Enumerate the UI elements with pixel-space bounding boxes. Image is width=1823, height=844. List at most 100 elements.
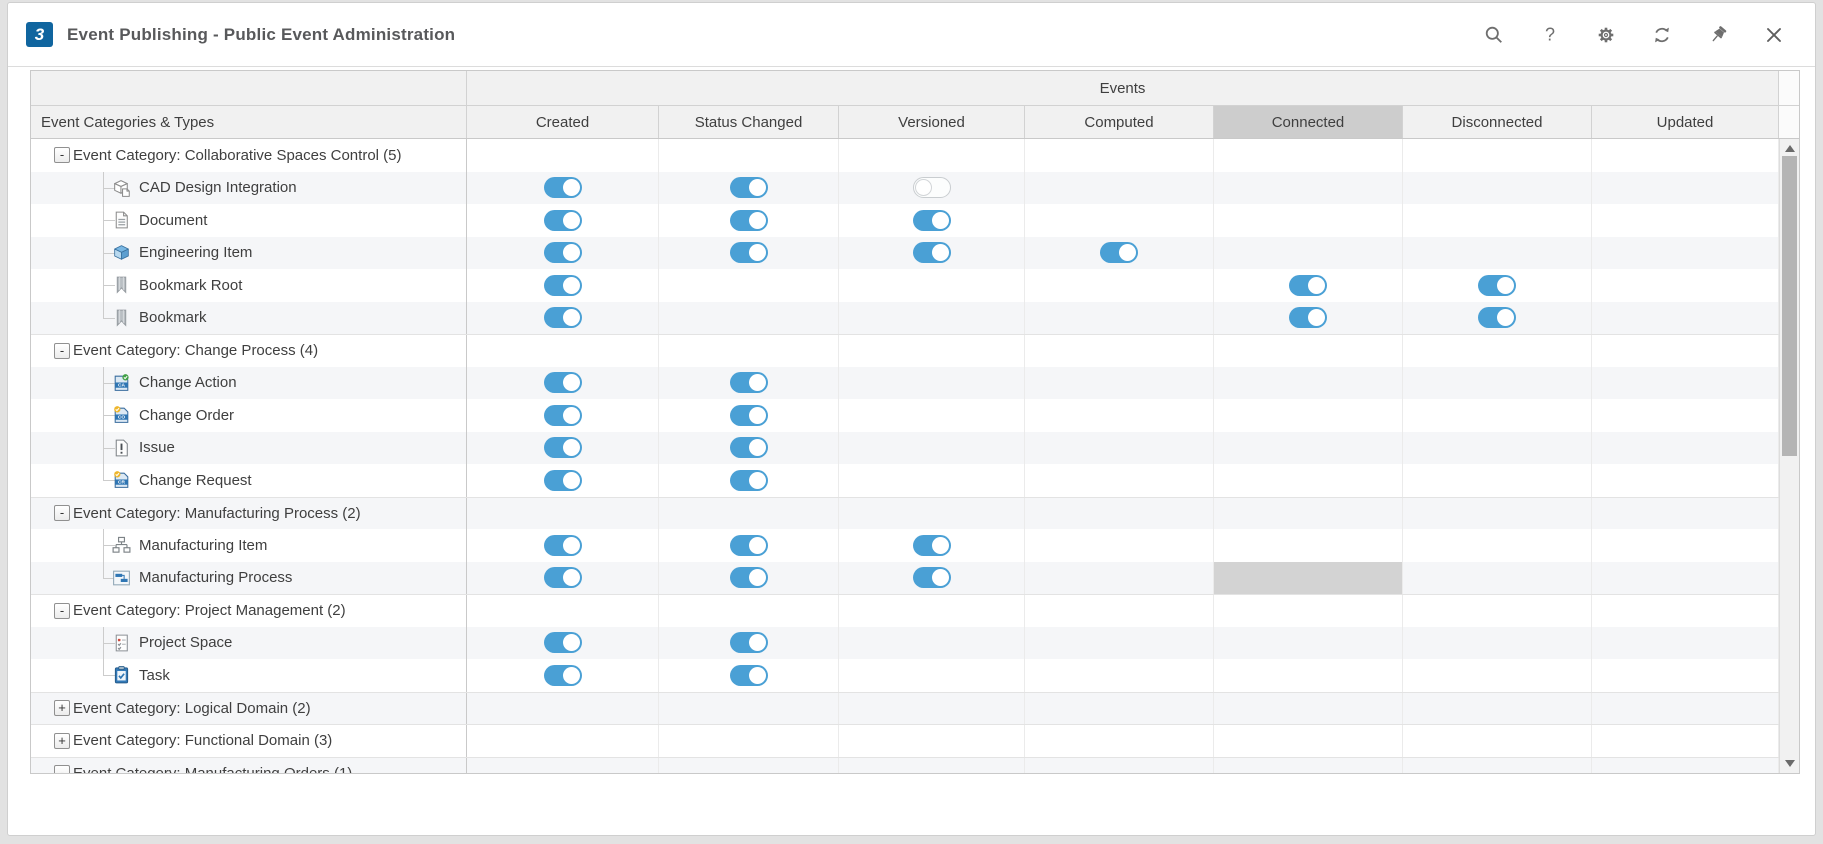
event-cell-connected[interactable] [1214, 172, 1403, 205]
event-cell-created[interactable] [467, 269, 659, 302]
event-cell-connected[interactable] [1214, 335, 1403, 367]
event-cell-versioned[interactable] [839, 725, 1025, 757]
event-cell-status_changed[interactable] [659, 204, 839, 237]
event-cell-versioned[interactable] [839, 595, 1025, 627]
event-cell-updated[interactable] [1592, 562, 1779, 595]
event-cell-connected[interactable] [1214, 725, 1403, 757]
type-tree-cell[interactable]: Manufacturing Item [31, 529, 467, 562]
column-header-updated[interactable]: Updated [1592, 106, 1779, 138]
event-toggle-disconnected-on[interactable] [1478, 275, 1516, 296]
event-cell-status_changed[interactable] [659, 659, 839, 692]
type-tree-cell[interactable]: CAD Design Integration [31, 172, 467, 205]
event-cell-disconnected[interactable] [1403, 529, 1592, 562]
event-cell-created[interactable] [467, 172, 659, 205]
event-cell-status_changed[interactable] [659, 758, 839, 774]
event-cell-created[interactable] [467, 529, 659, 562]
event-toggle-created-on[interactable] [544, 242, 582, 263]
event-cell-created[interactable] [467, 725, 659, 757]
category-row[interactable]: -Event Category: Manufacturing Orders (1… [31, 757, 1779, 774]
event-cell-versioned[interactable] [839, 237, 1025, 270]
event-toggle-status_changed-on[interactable] [730, 665, 768, 686]
event-cell-connected[interactable] [1214, 237, 1403, 270]
event-cell-computed[interactable] [1025, 399, 1214, 432]
event-cell-updated[interactable] [1592, 725, 1779, 757]
event-toggle-status_changed-on[interactable] [730, 437, 768, 458]
event-toggle-created-on[interactable] [544, 210, 582, 231]
event-cell-connected[interactable] [1214, 693, 1403, 725]
search-icon[interactable] [1483, 24, 1505, 46]
scrollbar-up-arrow-icon[interactable] [1785, 145, 1795, 152]
event-cell-disconnected[interactable] [1403, 464, 1592, 497]
event-cell-computed[interactable] [1025, 432, 1214, 465]
event-cell-created[interactable] [467, 659, 659, 692]
event-cell-disconnected[interactable] [1403, 269, 1592, 302]
event-cell-versioned[interactable] [839, 464, 1025, 497]
type-row[interactable]: CRChange Request [31, 464, 1779, 497]
category-tree-cell[interactable]: -Event Category: Manufacturing Orders (1… [31, 758, 467, 774]
type-row[interactable]: Document [31, 204, 1779, 237]
event-cell-disconnected[interactable] [1403, 562, 1592, 595]
category-row[interactable]: -Event Category: Collaborative Spaces Co… [31, 139, 1779, 172]
event-cell-connected[interactable] [1214, 659, 1403, 692]
event-cell-created[interactable] [467, 335, 659, 367]
event-cell-created[interactable] [467, 204, 659, 237]
event-cell-created[interactable] [467, 399, 659, 432]
event-cell-created[interactable] [467, 562, 659, 595]
event-toggle-versioned-on[interactable] [913, 567, 951, 588]
close-icon[interactable] [1763, 24, 1785, 46]
event-cell-connected[interactable] [1214, 464, 1403, 497]
event-cell-created[interactable] [467, 237, 659, 270]
event-cell-computed[interactable] [1025, 172, 1214, 205]
event-cell-connected[interactable] [1214, 139, 1403, 172]
category-row[interactable]: -Event Category: Change Process (4) [31, 334, 1779, 367]
event-cell-updated[interactable] [1592, 659, 1779, 692]
type-row[interactable]: Task [31, 659, 1779, 692]
event-cell-computed[interactable] [1025, 758, 1214, 774]
event-cell-computed[interactable] [1025, 498, 1214, 530]
type-tree-cell[interactable]: Bookmark Root [31, 269, 467, 302]
event-cell-status_changed[interactable] [659, 464, 839, 497]
event-toggle-status_changed-on[interactable] [730, 210, 768, 231]
event-toggle-status_changed-on[interactable] [730, 405, 768, 426]
event-cell-computed[interactable] [1025, 595, 1214, 627]
event-cell-updated[interactable] [1592, 432, 1779, 465]
type-row[interactable]: CAD Design Integration [31, 172, 1779, 205]
event-cell-versioned[interactable] [839, 659, 1025, 692]
event-toggle-created-on[interactable] [544, 307, 582, 328]
event-toggle-status_changed-on[interactable] [730, 242, 768, 263]
event-toggle-status_changed-on[interactable] [730, 535, 768, 556]
event-cell-updated[interactable] [1592, 237, 1779, 270]
event-cell-versioned[interactable] [839, 399, 1025, 432]
event-cell-status_changed[interactable] [659, 237, 839, 270]
event-cell-versioned[interactable] [839, 693, 1025, 725]
scrollbar-thumb[interactable] [1782, 156, 1797, 456]
event-cell-disconnected[interactable] [1403, 172, 1592, 205]
event-cell-updated[interactable] [1592, 498, 1779, 530]
event-cell-versioned[interactable] [839, 269, 1025, 302]
event-cell-versioned[interactable] [839, 335, 1025, 367]
expand-button[interactable]: + [54, 733, 70, 749]
category-tree-cell[interactable]: -Event Category: Change Process (4) [31, 335, 467, 367]
type-row[interactable]: Bookmark Root [31, 269, 1779, 302]
event-cell-updated[interactable] [1592, 335, 1779, 367]
event-cell-status_changed[interactable] [659, 725, 839, 757]
event-cell-status_changed[interactable] [659, 595, 839, 627]
type-row[interactable]: Manufacturing Process [31, 562, 1779, 595]
event-cell-disconnected[interactable] [1403, 302, 1592, 335]
event-cell-disconnected[interactable] [1403, 139, 1592, 172]
category-tree-cell[interactable]: -Event Category: Project Management (2) [31, 595, 467, 627]
event-cell-versioned[interactable] [839, 758, 1025, 774]
event-toggle-created-on[interactable] [544, 470, 582, 491]
event-cell-status_changed[interactable] [659, 562, 839, 595]
category-row[interactable]: +Event Category: Functional Domain (3) [31, 724, 1779, 757]
event-cell-disconnected[interactable] [1403, 693, 1592, 725]
type-row[interactable]: Engineering Item [31, 237, 1779, 270]
event-cell-disconnected[interactable] [1403, 758, 1592, 774]
event-cell-status_changed[interactable] [659, 335, 839, 367]
event-cell-disconnected[interactable] [1403, 237, 1592, 270]
type-row[interactable]: Bookmark [31, 302, 1779, 335]
event-cell-status_changed[interactable] [659, 498, 839, 530]
event-cell-versioned[interactable] [839, 139, 1025, 172]
event-cell-updated[interactable] [1592, 302, 1779, 335]
event-cell-status_changed[interactable] [659, 367, 839, 400]
